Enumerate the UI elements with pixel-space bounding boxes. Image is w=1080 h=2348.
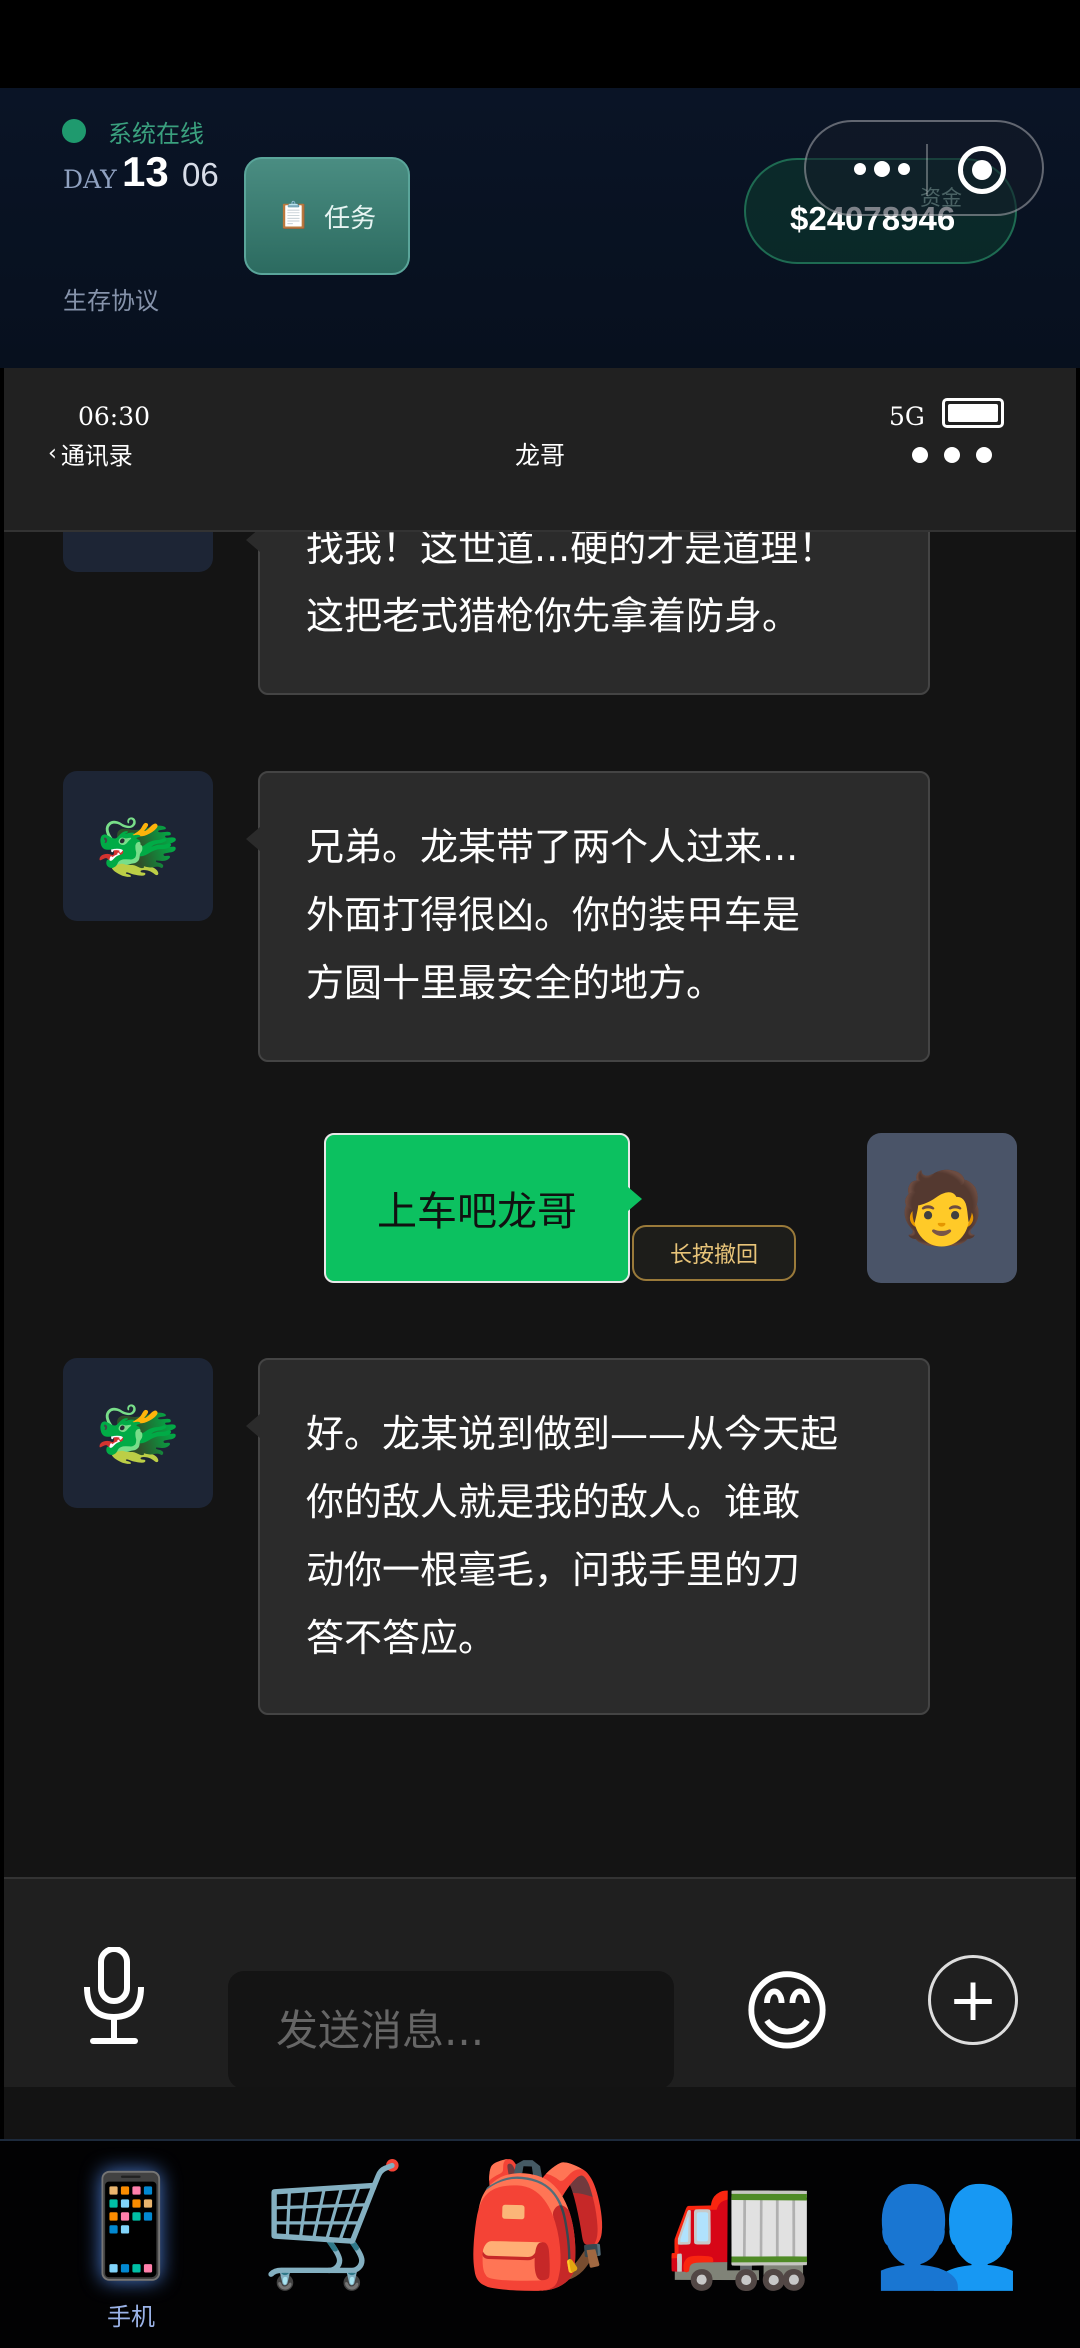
signal-label: 5G [889,402,925,431]
nav-phone-label: 手机 [107,2303,155,2331]
shopping-cart-icon: 🛒 [259,2156,409,2295]
nav-shop[interactable]: 🛒 [259,2161,409,2341]
nav-phone[interactable]: 📱 手机 [56,2161,206,2341]
online-status-dot [62,119,86,143]
input-bottom-strip [4,2087,1076,2139]
dragon-avatar[interactable]: 🐲 [63,771,213,921]
message-line: 好。龙某说到做到——从今天起 [306,1412,839,1456]
nav-truck[interactable]: 🚛 [666,2161,816,2341]
target-close-icon[interactable] [958,146,1006,194]
microphone-icon[interactable] [79,1947,149,2047]
sent-message-bubble[interactable]: 上车吧龙哥 [324,1133,642,1283]
message-line: 这把老式猎枪你先拿着防身。 [306,594,801,638]
nav-team[interactable]: 👥 [872,2161,1022,2341]
day-time: 06 [182,156,219,193]
message-bubble[interactable]: 好。龙某说到做到——从今天起 你的敌人就是我的敌人。谁敢 动你一根毫毛，问我手里… [246,1358,930,1715]
online-status-text: 系统在线 [108,120,204,148]
message-input-bar: 😊 + [4,1877,1076,2089]
task-button-label: 任务 [324,203,377,234]
message-line: 你的敌人就是我的敌人。谁敢 [306,1480,801,1524]
battery-full-icon [942,398,1004,428]
dragon-avatar[interactable]: 🐲 [63,1358,213,1508]
bottom-nav: 📱 手机 🛒 🎒 🚛 👥 [0,2139,1080,2348]
day-label: DAY [63,165,117,194]
day-number: 13 [122,148,169,195]
emoji-button[interactable]: 😊 [734,1959,840,2065]
dragon-avatar[interactable] [63,532,213,572]
backpack-icon: 🎒 [463,2156,613,2295]
team-icon: 👥 [872,2156,1022,2295]
message-line: 外面打得很凶。你的装甲车是 [306,893,801,937]
survival-protocol-label: 生存协议 [63,287,159,315]
phone-header: 06:30 5G ‹ 通讯录 龙哥 [4,368,1076,532]
nav-backpack[interactable]: 🎒 [463,2161,613,2341]
truck-icon: 🚛 [666,2156,816,2295]
person-avatar[interactable]: 🧑 [867,1133,1017,1283]
recall-button[interactable]: 长按撤回 [632,1225,796,1281]
chat-more-button[interactable] [912,440,1002,470]
message-line: 找我！这世道...硬的才是道理！ [306,532,837,570]
clipboard-icon: 📋 [277,201,311,231]
miniprogram-capsule [804,120,1044,216]
message-input[interactable] [228,1971,674,2089]
message-bubble[interactable]: 找我！这世道...硬的才是道理！ 这把老式猎枪你先拿着防身。 [246,532,930,695]
phone-icon: 📱 [68,2167,194,2284]
task-button[interactable]: 📋 任务 [244,157,410,275]
message-bubble[interactable]: 兄弟。龙某带了两个人过来... 外面打得很凶。你的装甲车是 方圆十里最安全的地方… [246,771,930,1062]
plus-button[interactable]: + [928,1955,1018,2045]
message-line: 动你一根毫毛，问我手里的刀 [306,1548,801,1592]
capsule-divider [926,144,928,196]
message-line: 方圆十里最安全的地方。 [306,961,725,1005]
more-dots-icon[interactable] [840,152,924,186]
phone-clock: 06:30 [78,402,151,431]
chat-message-list[interactable]: 找我！这世道...硬的才是道理！ 这把老式猎枪你先拿着防身。 🐲 兄弟。龙某带了… [4,532,1076,1877]
message-line: 兄弟。龙某带了两个人过来... [306,825,799,869]
message-line: 答不答应。 [306,1616,497,1660]
